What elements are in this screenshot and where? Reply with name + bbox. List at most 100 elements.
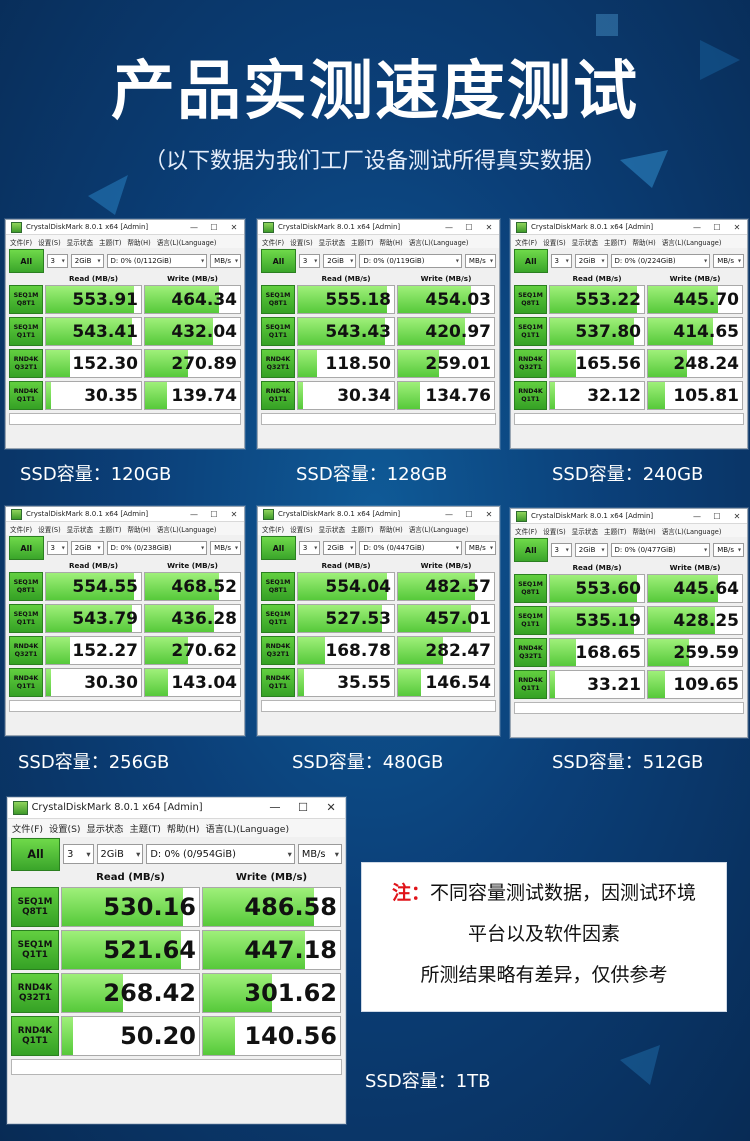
all-button[interactable]: All bbox=[9, 249, 44, 273]
maximize-button[interactable]: ☐ bbox=[707, 223, 727, 232]
menu-item[interactable]: 显示状态 bbox=[572, 237, 598, 247]
menu-item[interactable]: 文件(F) bbox=[262, 237, 284, 247]
unit-select[interactable]: MB/s ▾ bbox=[464, 541, 496, 555]
test-label[interactable]: SEQ1M Q8T1 bbox=[9, 572, 43, 601]
drive-select[interactable]: D: 0% (0/954GiB) ▾ bbox=[146, 844, 295, 864]
minimize-button[interactable]: — bbox=[687, 223, 707, 232]
test-label[interactable]: SEQ1M Q8T1 bbox=[9, 285, 43, 314]
drive-select[interactable]: D: 0% (0/238GiB) ▾ bbox=[106, 541, 208, 555]
minimize-button[interactable]: — bbox=[439, 223, 459, 232]
drive-select[interactable]: D: 0% (0/477GiB) ▾ bbox=[610, 543, 711, 557]
test-label[interactable]: SEQ1M Q8T1 bbox=[261, 572, 295, 601]
size-select[interactable]: 2GiB ▾ bbox=[323, 541, 357, 555]
minimize-button[interactable]: — bbox=[439, 510, 459, 519]
test-label[interactable]: RND4K Q32T1 bbox=[9, 636, 43, 665]
menu-item[interactable]: 帮助(H) bbox=[379, 237, 402, 247]
comment-field[interactable] bbox=[11, 1058, 342, 1075]
count-select[interactable]: 3 ▾ bbox=[550, 543, 572, 557]
minimize-button[interactable]: — bbox=[261, 801, 289, 814]
menu-item[interactable]: 设置(S) bbox=[290, 524, 313, 534]
count-select[interactable]: 3 ▾ bbox=[46, 541, 68, 555]
test-label[interactable]: RND4K Q32T1 bbox=[514, 349, 547, 378]
comment-field[interactable] bbox=[261, 700, 496, 712]
maximize-button[interactable]: ☐ bbox=[459, 223, 479, 232]
menu-item[interactable]: 帮助(H) bbox=[167, 821, 200, 835]
size-select[interactable]: 2GiB ▾ bbox=[96, 844, 144, 864]
test-label[interactable]: SEQ1M Q1T1 bbox=[514, 606, 547, 635]
menu-item[interactable]: 主题(T) bbox=[351, 524, 373, 534]
menu-item[interactable]: 帮助(H) bbox=[379, 524, 402, 534]
unit-select[interactable]: MB/s ▾ bbox=[210, 254, 241, 268]
menu-item[interactable]: 文件(F) bbox=[262, 524, 284, 534]
menu-item[interactable]: 显示状态 bbox=[572, 526, 598, 536]
close-button[interactable]: ✕ bbox=[317, 801, 345, 814]
count-select[interactable]: 3 ▾ bbox=[298, 541, 321, 555]
test-label[interactable]: RND4K Q1T1 bbox=[9, 381, 43, 410]
menu-item[interactable]: 帮助(H) bbox=[127, 237, 150, 247]
menu-item[interactable]: 显示状态 bbox=[319, 237, 345, 247]
maximize-button[interactable]: ☐ bbox=[289, 801, 317, 814]
menu-item[interactable]: 主题(T) bbox=[604, 526, 626, 536]
all-button[interactable]: All bbox=[261, 249, 296, 273]
size-select[interactable]: 2GiB ▾ bbox=[70, 254, 104, 268]
all-button[interactable]: All bbox=[514, 538, 548, 562]
test-label[interactable]: SEQ1M Q1T1 bbox=[9, 604, 43, 633]
unit-select[interactable]: MB/s ▾ bbox=[464, 254, 496, 268]
test-label[interactable]: RND4K Q32T1 bbox=[261, 636, 295, 665]
unit-select[interactable]: MB/s ▾ bbox=[713, 254, 744, 268]
test-label[interactable]: SEQ1M Q8T1 bbox=[514, 574, 547, 603]
minimize-button[interactable]: — bbox=[184, 223, 204, 232]
count-select[interactable]: 3 ▾ bbox=[46, 254, 68, 268]
test-label[interactable]: RND4K Q1T1 bbox=[261, 668, 295, 697]
test-label[interactable]: SEQ1M Q8T1 bbox=[261, 285, 295, 314]
menu-item[interactable]: 主题(T) bbox=[99, 524, 121, 534]
close-button[interactable]: ✕ bbox=[479, 510, 499, 519]
close-button[interactable]: ✕ bbox=[727, 223, 747, 232]
test-label[interactable]: SEQ1M Q1T1 bbox=[11, 929, 59, 970]
close-button[interactable]: ✕ bbox=[479, 223, 499, 232]
menu-item[interactable]: 语言(L)(Language) bbox=[409, 237, 469, 247]
menu-item[interactable]: 设置(S) bbox=[49, 821, 81, 835]
close-button[interactable]: ✕ bbox=[224, 510, 244, 519]
unit-select[interactable]: MB/s ▾ bbox=[210, 541, 241, 555]
size-select[interactable]: 2GiB ▾ bbox=[574, 543, 608, 557]
test-label[interactable]: SEQ1M Q1T1 bbox=[9, 317, 43, 346]
menu-item[interactable]: 帮助(H) bbox=[632, 237, 655, 247]
menu-item[interactable]: 语言(L)(Language) bbox=[157, 237, 217, 247]
menu-item[interactable]: 显示状态 bbox=[67, 237, 93, 247]
menu-item[interactable]: 文件(F) bbox=[10, 237, 32, 247]
close-button[interactable]: ✕ bbox=[727, 512, 747, 521]
test-label[interactable]: RND4K Q1T1 bbox=[261, 381, 295, 410]
menu-item[interactable]: 语言(L)(Language) bbox=[409, 524, 469, 534]
menu-item[interactable]: 设置(S) bbox=[38, 237, 61, 247]
menu-item[interactable]: 主题(T) bbox=[130, 821, 161, 835]
test-label[interactable]: SEQ1M Q8T1 bbox=[11, 886, 59, 927]
minimize-button[interactable]: — bbox=[687, 512, 707, 521]
menu-item[interactable]: 显示状态 bbox=[67, 524, 93, 534]
test-label[interactable]: SEQ1M Q1T1 bbox=[261, 604, 295, 633]
all-button[interactable]: All bbox=[514, 249, 548, 273]
drive-select[interactable]: D: 0% (0/119GiB) ▾ bbox=[359, 254, 462, 268]
test-label[interactable]: RND4K Q1T1 bbox=[9, 668, 43, 697]
comment-field[interactable] bbox=[514, 702, 744, 714]
menu-item[interactable]: 设置(S) bbox=[38, 524, 61, 534]
maximize-button[interactable]: ☐ bbox=[204, 510, 224, 519]
unit-select[interactable]: MB/s ▾ bbox=[713, 543, 744, 557]
menu-item[interactable]: 帮助(H) bbox=[632, 526, 655, 536]
all-button[interactable]: All bbox=[9, 536, 44, 560]
menu-item[interactable]: 语言(L)(Language) bbox=[205, 821, 289, 835]
close-button[interactable]: ✕ bbox=[224, 223, 244, 232]
drive-select[interactable]: D: 0% (0/112GiB) ▾ bbox=[106, 254, 208, 268]
menu-item[interactable]: 文件(F) bbox=[515, 526, 537, 536]
unit-select[interactable]: MB/s ▾ bbox=[297, 844, 342, 864]
menu-item[interactable]: 文件(F) bbox=[10, 524, 32, 534]
maximize-button[interactable]: ☐ bbox=[707, 512, 727, 521]
comment-field[interactable] bbox=[514, 413, 744, 425]
menu-item[interactable]: 主题(T) bbox=[351, 237, 373, 247]
menu-item[interactable]: 设置(S) bbox=[290, 237, 313, 247]
menu-item[interactable]: 显示状态 bbox=[319, 524, 345, 534]
test-label[interactable]: SEQ1M Q1T1 bbox=[514, 317, 547, 346]
size-select[interactable]: 2GiB ▾ bbox=[323, 254, 357, 268]
maximize-button[interactable]: ☐ bbox=[204, 223, 224, 232]
comment-field[interactable] bbox=[261, 413, 496, 425]
